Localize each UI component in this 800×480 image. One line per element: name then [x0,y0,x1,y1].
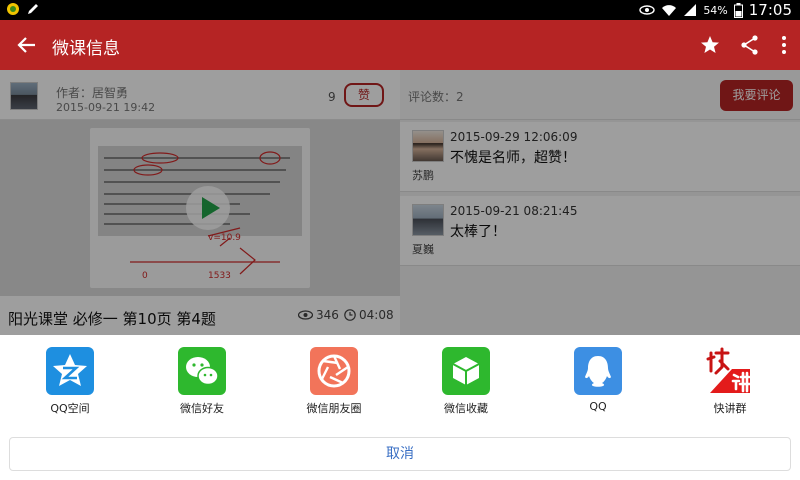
share-qq[interactable]: QQ [548,347,648,413]
qzone-icon [46,347,94,395]
share-label: 微信收藏 [444,402,488,415]
share-label: QQ空间 [50,402,90,415]
wechat-icon [178,347,226,395]
share-wechat-friend[interactable]: 微信好友 [152,347,252,416]
share-sheet: QQ空间 微信好友 微信朋友圈 微信收藏 QQ 快讲群 取消 [0,335,800,480]
share-wechat-moments[interactable]: 微信朋友圈 [284,347,384,416]
battery-icon [733,2,743,18]
qq-icon [574,347,622,395]
battery-percent: 54% [703,3,728,17]
share-label: 快讲群 [713,402,747,415]
page-title: 微课信息 [52,39,120,59]
kuaijiang-icon [706,347,754,395]
moments-icon [310,347,358,395]
favorites-icon [442,347,490,395]
wifi-icon [662,5,677,16]
share-kuaijiang-group[interactable]: 快讲群 [680,347,780,416]
share-qzone[interactable]: QQ空间 [20,347,120,416]
share-icon[interactable] [738,33,762,57]
app-bar: 微课信息 [0,20,800,70]
more-options-icon[interactable] [772,33,796,57]
star-icon[interactable] [698,33,722,57]
modal-scrim[interactable] [0,70,800,335]
pencil-icon [28,4,38,14]
clock: 17:05 [748,1,792,19]
share-label: 微信朋友圈 [306,402,362,415]
share-wechat-favorites[interactable]: 微信收藏 [416,347,516,416]
signal-icon [684,4,697,16]
share-label: 微信好友 [180,402,224,415]
cancel-button[interactable]: 取消 [9,437,791,471]
status-bar: 54% 17:05 [0,0,800,20]
eye-icon [639,5,656,15]
app-notification-icon [7,3,19,15]
share-label: QQ [589,400,607,413]
back-arrow-icon[interactable] [14,32,40,58]
